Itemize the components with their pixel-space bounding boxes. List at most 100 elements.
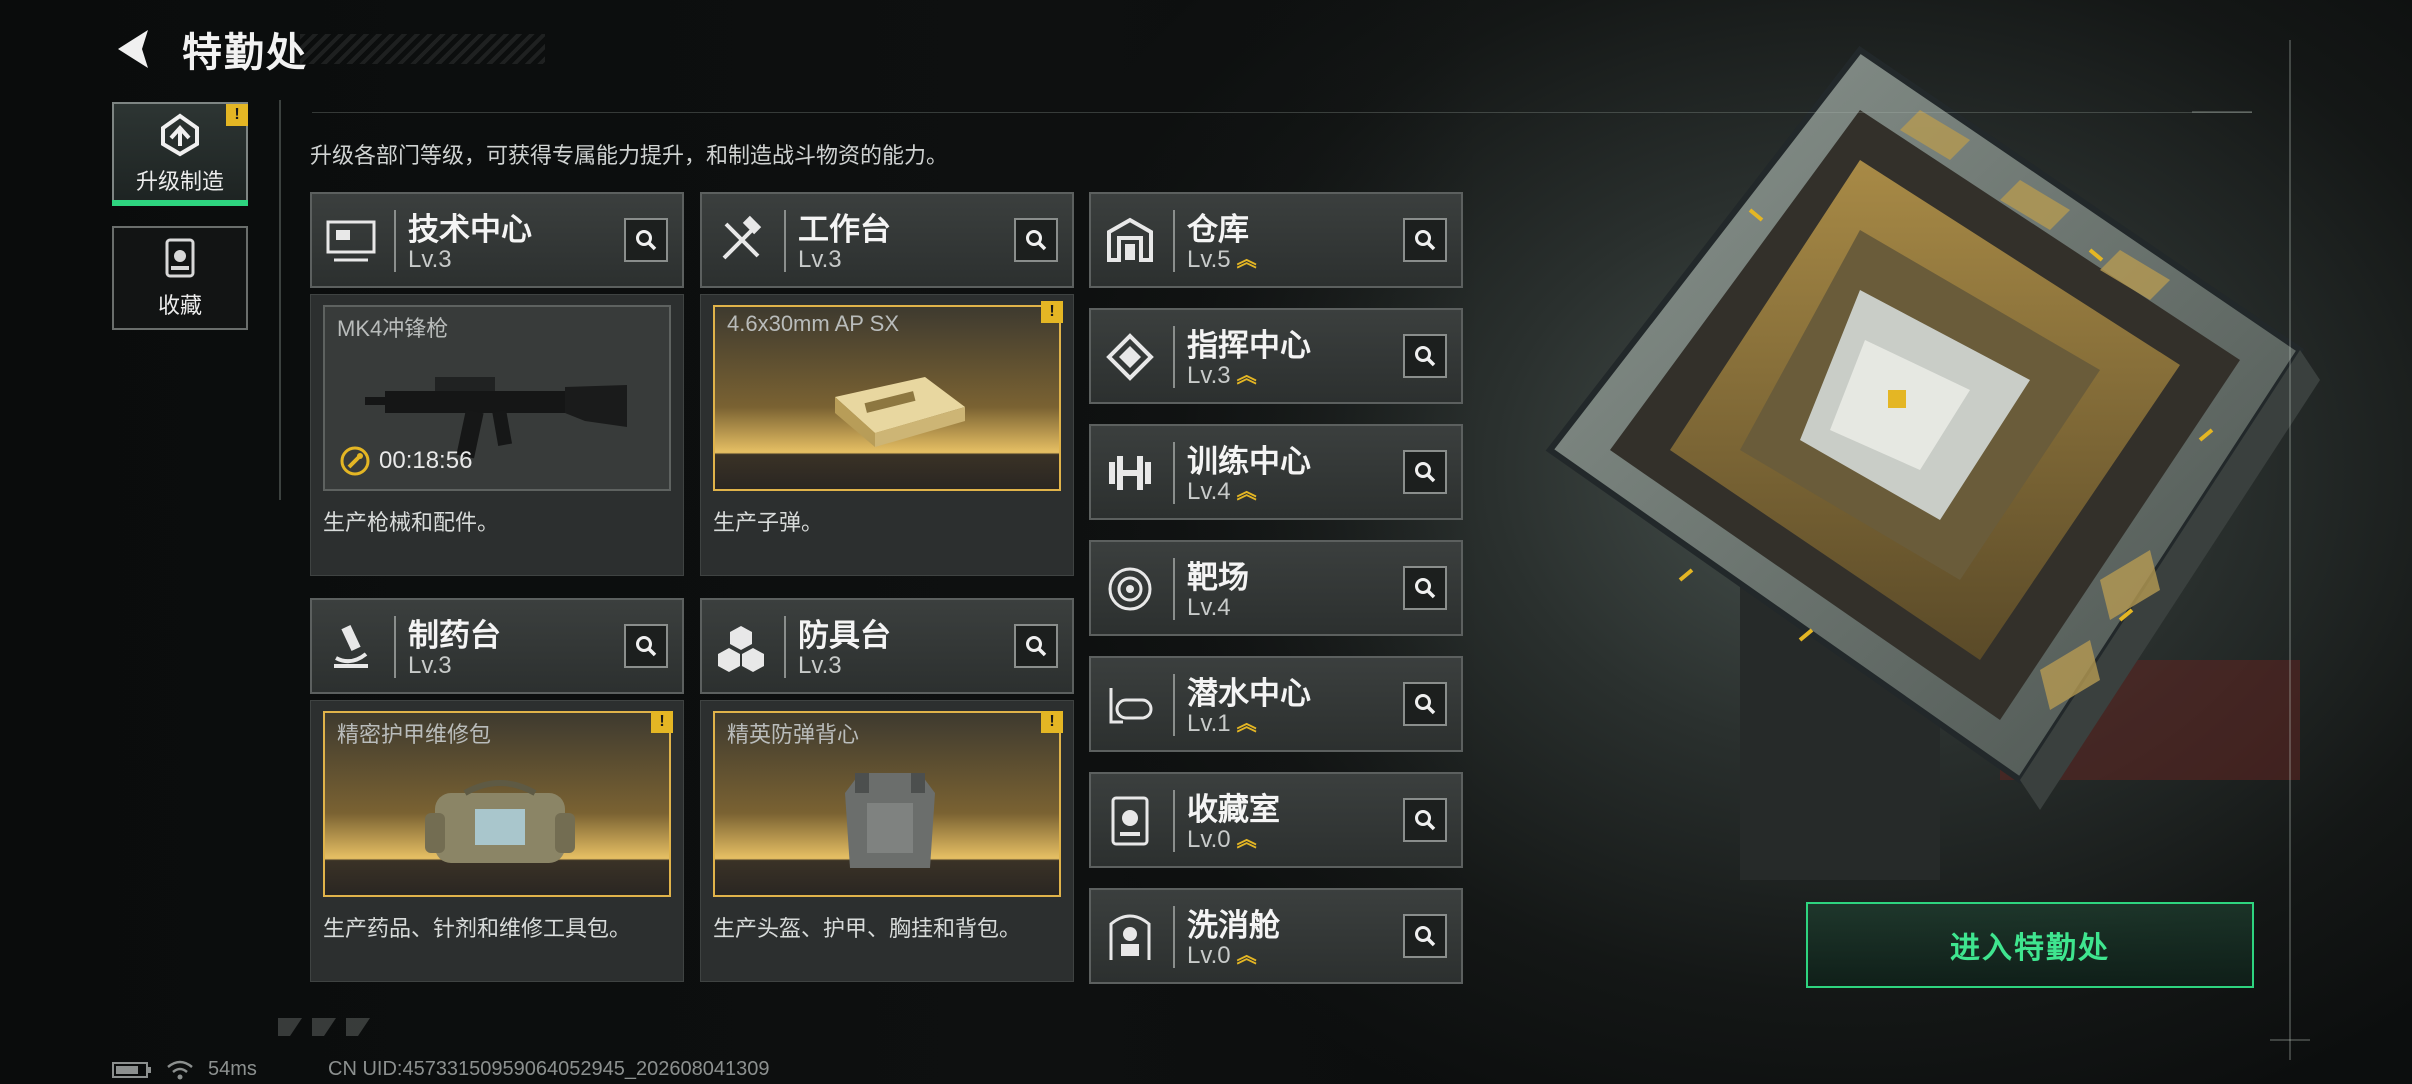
ammo-box-image — [835, 377, 965, 447]
wrench-clock-icon — [340, 446, 370, 476]
inspect-button[interactable] — [1014, 218, 1058, 262]
search-icon — [636, 230, 657, 251]
dept-name: 收藏室 — [1187, 792, 1280, 827]
dept-command-center[interactable]: 指挥中心 Lv.3 ︽ — [1089, 308, 1463, 404]
chip-icon — [1106, 333, 1154, 381]
inspect-button[interactable] — [1403, 566, 1447, 610]
repair-kit-bag-image — [425, 780, 575, 863]
search-icon — [1415, 230, 1436, 251]
dept-warehouse[interactable]: 仓库 Lv.5 ︽ — [1089, 192, 1463, 288]
production-item[interactable]: MK4冲锋枪 00:18:56 — [323, 305, 671, 491]
level-text: Lv.0 — [1187, 826, 1231, 853]
divider — [312, 112, 2252, 113]
sidebar-item-label: 升级制造 — [135, 169, 224, 194]
separator — [394, 616, 396, 678]
inspect-button[interactable] — [1403, 682, 1447, 726]
separator — [1173, 210, 1175, 272]
dept-tech-center[interactable]: 技术中心 Lv.3 — [310, 192, 684, 288]
item-name: MK4冲锋枪 — [337, 316, 449, 341]
dept-level: Lv.1 ︽ — [1187, 710, 1257, 738]
microscope-icon — [334, 625, 368, 668]
production-card-pharmacy[interactable]: 精密护甲维修包 ! 生产药品、针剂和维修工具包。 — [310, 700, 684, 982]
search-icon — [1026, 230, 1047, 251]
sidebar-item-label: 收藏 — [157, 293, 202, 318]
sidebar-item-collection[interactable]: 收藏 — [112, 226, 248, 330]
level-text: Lv.5 — [1187, 246, 1231, 273]
search-icon — [1026, 636, 1047, 657]
separator — [394, 210, 396, 272]
level-text: Lv.1 — [1187, 710, 1231, 737]
production-card-tech[interactable]: MK4冲锋枪 00:18:56 生产枪械和配件。 — [310, 294, 684, 576]
dept-collection-room[interactable]: 收藏室 Lv.0 ︽ — [1089, 772, 1463, 868]
back-arrow-icon[interactable] — [112, 26, 158, 72]
timer-text: 00:18:56 — [379, 447, 473, 474]
dept-name: 技术中心 — [408, 212, 532, 247]
collection-cabinet-icon — [165, 238, 195, 278]
inspect-button[interactable] — [1403, 914, 1447, 958]
separator — [1173, 906, 1175, 968]
armor-blocks-icon — [718, 626, 764, 672]
trophy-case-icon — [1111, 796, 1149, 846]
production-description: 生产药品、针剂和维修工具包。 — [323, 916, 632, 941]
dept-level: Lv.3 — [798, 246, 842, 274]
upgrade-available-icon: ︽ — [1236, 713, 1257, 735]
inspect-button[interactable] — [624, 624, 668, 668]
inspect-button[interactable] — [624, 218, 668, 262]
separator — [1173, 442, 1175, 504]
dept-level: Lv.3 — [408, 246, 452, 274]
warning-badge: ! — [651, 711, 673, 733]
user-uid: CN UID:4573315095906405​2945_20260804130… — [328, 1058, 770, 1080]
craft-timer: 00:18:56 — [339, 445, 472, 477]
dept-decontamination[interactable]: 洗消舱 Lv.0 ︽ — [1089, 888, 1463, 984]
upgrade-gear-icon — [161, 113, 199, 157]
upgrade-available-icon: ︽ — [1236, 365, 1257, 387]
separator — [784, 210, 786, 272]
dept-level: Lv.0 ︽ — [1187, 826, 1257, 854]
dept-name: 制药台 — [408, 618, 501, 653]
dept-level: Lv.4 ︽ — [1187, 478, 1257, 506]
computer-icon — [326, 220, 376, 262]
dept-pharmacy[interactable]: 制药台 Lv.3 — [310, 598, 684, 694]
level-text: Lv.4 — [1187, 478, 1231, 505]
production-description: 生产枪械和配件。 — [323, 510, 500, 535]
item-name: 精密护甲维修包 — [337, 722, 492, 747]
dept-workbench[interactable]: 工作台 Lv.3 — [700, 192, 1074, 288]
separator — [1173, 326, 1175, 388]
production-card-workbench[interactable]: 4.6x30mm AP SX ! 生产子弹。 — [700, 294, 1074, 576]
level-text: Lv.3 — [798, 652, 842, 679]
production-card-armor[interactable]: 精英防弹背心 ! 生产头盔、护甲、胸挂和背包。 — [700, 700, 1074, 982]
hammer-wrench-icon — [722, 215, 762, 260]
production-item[interactable]: 精密护甲维修包 — [323, 711, 671, 897]
title-stripes — [300, 34, 545, 64]
dept-name: 靶场 — [1187, 560, 1249, 595]
dept-name: 工作台 — [798, 212, 891, 247]
dept-armor-bench[interactable]: 防具台 Lv.3 — [700, 598, 1074, 694]
inspect-button[interactable] — [1403, 334, 1447, 378]
armor-vest-image — [845, 773, 935, 868]
battery-icon — [112, 1061, 151, 1078]
inspect-button[interactable] — [1403, 798, 1447, 842]
warning-badge: ! — [226, 104, 248, 126]
dept-level: Lv.3 ︽ — [1187, 362, 1257, 390]
dumbbell-icon — [1109, 456, 1151, 490]
inspect-button[interactable] — [1403, 450, 1447, 494]
level-text: Lv.0 — [1187, 942, 1231, 969]
diving-mask-icon — [1109, 688, 1153, 724]
sidebar-item-upgrade-craft[interactable]: 升级制造 ! — [112, 102, 248, 206]
wifi-icon — [167, 1060, 193, 1079]
enter-hq-button[interactable]: 进入特勤处 — [1806, 902, 2254, 988]
dept-name: 训练中心 — [1187, 444, 1311, 479]
production-item[interactable]: 精英防弹背心 — [713, 711, 1061, 897]
search-icon — [1415, 694, 1436, 715]
production-description: 生产子弹。 — [713, 510, 824, 535]
warehouse-icon — [1107, 217, 1153, 262]
inspect-button[interactable] — [1403, 218, 1447, 262]
inspect-button[interactable] — [1014, 624, 1058, 668]
dept-shooting-range[interactable]: 靶场 Lv.4 — [1089, 540, 1463, 636]
production-item[interactable]: 4.6x30mm AP SX — [713, 305, 1061, 491]
warning-badge: ! — [1041, 301, 1063, 323]
dept-name: 指挥中心 — [1187, 328, 1311, 363]
dept-training-center[interactable]: 训练中心 Lv.4 ︽ — [1089, 424, 1463, 520]
dept-diving-center[interactable]: 潜水中心 Lv.1 ︽ — [1089, 656, 1463, 752]
search-icon — [1415, 578, 1436, 599]
